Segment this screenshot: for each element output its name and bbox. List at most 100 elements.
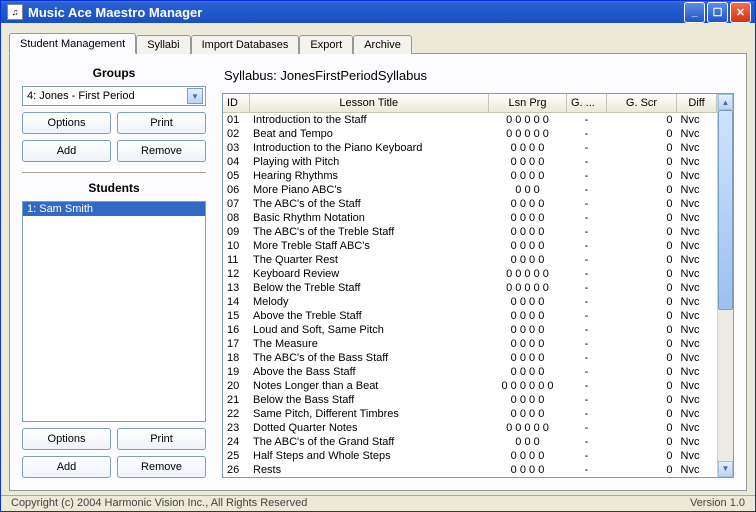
cell-diff: Nvc bbox=[677, 435, 717, 449]
cell-title: Basic Rhythm Notation bbox=[249, 211, 489, 225]
tab-archive[interactable]: Archive bbox=[353, 35, 412, 54]
table-row[interactable]: 17The Measure0 0 0 0-0Nvc bbox=[223, 337, 717, 351]
table-row[interactable]: 18The ABC's of the Bass Staff0 0 0 0-0Nv… bbox=[223, 351, 717, 365]
groups-dropdown[interactable]: 4: Jones - First Period ▼ bbox=[22, 86, 206, 106]
groups-options-button[interactable]: Options bbox=[22, 112, 111, 134]
cell-g1: - bbox=[567, 337, 607, 351]
maximize-button[interactable]: ☐ bbox=[707, 2, 728, 23]
cell-id: 07 bbox=[223, 197, 249, 211]
cell-diff: Nvc bbox=[677, 449, 717, 463]
cell-lsnprg: 0 0 0 0 bbox=[489, 239, 567, 253]
minimize-button[interactable]: _ bbox=[684, 2, 705, 23]
cell-gscr: 0 bbox=[607, 211, 677, 225]
table-row[interactable]: 14Melody0 0 0 0-0Nvc bbox=[223, 295, 717, 309]
table-row[interactable]: 02Beat and Tempo0 0 0 0 0-0Nvc bbox=[223, 127, 717, 141]
students-add-button[interactable]: Add bbox=[22, 456, 111, 478]
cell-g1: - bbox=[567, 127, 607, 141]
groups-print-button[interactable]: Print bbox=[117, 112, 206, 134]
close-button[interactable]: ✕ bbox=[730, 2, 751, 23]
cell-lsnprg: 0 0 0 0 0 bbox=[489, 421, 567, 435]
cell-g1: - bbox=[567, 463, 607, 477]
cell-id: 12 bbox=[223, 267, 249, 281]
cell-g1: - bbox=[567, 393, 607, 407]
tab-import-databases[interactable]: Import Databases bbox=[191, 35, 300, 54]
col-diff[interactable]: Diff bbox=[677, 94, 717, 112]
cell-diff: Nvc bbox=[677, 211, 717, 225]
cell-gscr: 0 bbox=[607, 379, 677, 393]
cell-gscr: 0 bbox=[607, 351, 677, 365]
table-row[interactable]: 09The ABC's of the Treble Staff0 0 0 0-0… bbox=[223, 225, 717, 239]
cell-lsnprg: 0 0 0 0 bbox=[489, 407, 567, 421]
cell-id: 25 bbox=[223, 449, 249, 463]
col-lsnprg[interactable]: Lsn Prg bbox=[489, 94, 567, 112]
cell-diff: Nvc bbox=[677, 281, 717, 295]
cell-g1: - bbox=[567, 323, 607, 337]
students-print-button[interactable]: Print bbox=[117, 428, 206, 450]
col-gscr[interactable]: G. Scr bbox=[607, 94, 677, 112]
table-row[interactable]: 08Basic Rhythm Notation0 0 0 0-0Nvc bbox=[223, 211, 717, 225]
table-row[interactable]: 22Same Pitch, Different Timbres0 0 0 0-0… bbox=[223, 407, 717, 421]
groups-add-button[interactable]: Add bbox=[22, 140, 111, 162]
divider bbox=[22, 172, 206, 173]
table-row[interactable]: 13Below the Treble Staff0 0 0 0 0-0Nvc bbox=[223, 281, 717, 295]
cell-id: 03 bbox=[223, 141, 249, 155]
cell-gscr: 0 bbox=[607, 169, 677, 183]
scroll-up-icon[interactable]: ▲ bbox=[718, 94, 733, 110]
table-row[interactable]: 26Rests0 0 0 0-0Nvc bbox=[223, 463, 717, 477]
col-id[interactable]: ID bbox=[223, 94, 249, 112]
table-row[interactable]: 01Introduction to the Staff0 0 0 0 0-0Nv… bbox=[223, 112, 717, 127]
cell-diff: Nvc bbox=[677, 169, 717, 183]
table-row[interactable]: 16Loud and Soft, Same Pitch0 0 0 0-0Nvc bbox=[223, 323, 717, 337]
students-options-button[interactable]: Options bbox=[22, 428, 111, 450]
tab-export[interactable]: Export bbox=[299, 35, 353, 54]
cell-gscr: 0 bbox=[607, 141, 677, 155]
table-row[interactable]: 10More Treble Staff ABC's0 0 0 0-0Nvc bbox=[223, 239, 717, 253]
cell-gscr: 0 bbox=[607, 183, 677, 197]
tab-syllabi[interactable]: Syllabi bbox=[136, 35, 190, 54]
lessons-table[interactable]: ID Lesson Title Lsn Prg G. ... G. Scr Di… bbox=[223, 94, 717, 477]
students-listbox[interactable]: 1: Sam Smith bbox=[22, 201, 206, 422]
cell-title: Keyboard Review bbox=[249, 267, 489, 281]
cell-title: The Measure bbox=[249, 337, 489, 351]
scroll-thumb[interactable] bbox=[718, 110, 733, 310]
col-title[interactable]: Lesson Title bbox=[249, 94, 489, 112]
table-row[interactable]: 25Half Steps and Whole Steps0 0 0 0-0Nvc bbox=[223, 449, 717, 463]
tab-student-management[interactable]: Student Management bbox=[9, 33, 136, 54]
list-item[interactable]: 1: Sam Smith bbox=[23, 202, 205, 216]
table-row[interactable]: 24The ABC's of the Grand Staff0 0 0-0Nvc bbox=[223, 435, 717, 449]
vertical-scrollbar[interactable]: ▲ ▼ bbox=[717, 94, 733, 477]
table-row[interactable]: 19Above the Bass Staff0 0 0 0-0Nvc bbox=[223, 365, 717, 379]
maximize-icon: ☐ bbox=[713, 6, 723, 19]
syllabus-label: Syllabus: JonesFirstPeriodSyllabus bbox=[224, 68, 734, 83]
table-row[interactable]: 12Keyboard Review0 0 0 0 0-0Nvc bbox=[223, 267, 717, 281]
cell-lsnprg: 0 0 0 0 bbox=[489, 323, 567, 337]
cell-title: Notes Longer than a Beat bbox=[249, 379, 489, 393]
table-row[interactable]: 23Dotted Quarter Notes0 0 0 0 0-0Nvc bbox=[223, 421, 717, 435]
title-bar[interactable]: ♫ Music Ace Maestro Manager _ ☐ ✕ bbox=[1, 1, 755, 23]
close-icon: ✕ bbox=[736, 6, 745, 19]
table-row[interactable]: 03Introduction to the Piano Keyboard0 0 … bbox=[223, 141, 717, 155]
cell-lsnprg: 0 0 0 0 bbox=[489, 337, 567, 351]
cell-id: 13 bbox=[223, 281, 249, 295]
cell-lsnprg: 0 0 0 0 bbox=[489, 295, 567, 309]
table-row[interactable]: 15Above the Treble Staff0 0 0 0-0Nvc bbox=[223, 309, 717, 323]
students-remove-button[interactable]: Remove bbox=[117, 456, 206, 478]
groups-remove-button[interactable]: Remove bbox=[117, 140, 206, 162]
scroll-track[interactable] bbox=[718, 110, 733, 461]
table-row[interactable]: 04Playing with Pitch0 0 0 0-0Nvc bbox=[223, 155, 717, 169]
cell-id: 01 bbox=[223, 112, 249, 127]
table-row[interactable]: 21Below the Bass Staff0 0 0 0-0Nvc bbox=[223, 393, 717, 407]
table-row[interactable]: 11The Quarter Rest0 0 0 0-0Nvc bbox=[223, 253, 717, 267]
cell-id: 15 bbox=[223, 309, 249, 323]
cell-gscr: 0 bbox=[607, 449, 677, 463]
version-text: Version 1.0 bbox=[690, 497, 745, 509]
cell-title: Half Steps and Whole Steps bbox=[249, 449, 489, 463]
table-row[interactable]: 06More Piano ABC's0 0 0-0Nvc bbox=[223, 183, 717, 197]
cell-id: 08 bbox=[223, 211, 249, 225]
cell-lsnprg: 0 0 0 0 0 bbox=[489, 127, 567, 141]
col-g1[interactable]: G. ... bbox=[567, 94, 607, 112]
table-row[interactable]: 20Notes Longer than a Beat0 0 0 0 0 0-0N… bbox=[223, 379, 717, 393]
scroll-down-icon[interactable]: ▼ bbox=[718, 461, 733, 477]
table-row[interactable]: 07The ABC's of the Staff0 0 0 0-0Nvc bbox=[223, 197, 717, 211]
table-row[interactable]: 05Hearing Rhythms0 0 0 0-0Nvc bbox=[223, 169, 717, 183]
